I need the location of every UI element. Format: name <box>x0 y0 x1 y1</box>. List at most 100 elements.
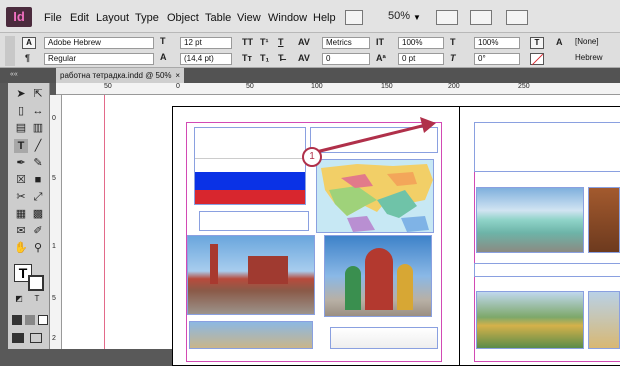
ruler-label: 150 <box>381 83 393 90</box>
note-tool-icon[interactable]: ✉ <box>14 224 28 238</box>
menu-table[interactable]: Table <box>205 12 231 24</box>
text-stroke-button[interactable] <box>530 53 544 66</box>
screen-mode-icon[interactable] <box>470 10 492 25</box>
font-family-field[interactable]: Adobe Hebrew <box>44 37 154 49</box>
close-tab-icon[interactable]: × <box>175 68 180 83</box>
menu-bar: Id File Edit Layout Type Object Table Vi… <box>0 0 620 33</box>
dome-shape <box>397 264 413 310</box>
zoom-dropdown-icon[interactable]: ▼ <box>413 13 421 22</box>
gap-tool-icon[interactable]: ↔ <box>31 104 45 118</box>
character-formatting-button[interactable]: A <box>22 37 36 49</box>
preview-mode-icon[interactable] <box>30 333 42 343</box>
gradient-feather-tool-icon[interactable]: ▩ <box>31 207 45 221</box>
superscript-button[interactable]: T¹ <box>260 37 269 47</box>
menu-object[interactable]: Object <box>167 12 199 24</box>
content-placer-icon[interactable]: ▥ <box>31 121 45 135</box>
ruler-label: 5 <box>52 295 56 302</box>
hand-tool-icon[interactable]: ✋ <box>14 241 28 255</box>
pasteboard[interactable]: 1 <box>62 95 620 366</box>
menu-file[interactable]: File <box>44 12 62 24</box>
red-square-photo[interactable] <box>187 235 315 315</box>
peterhof-photo[interactable] <box>476 291 584 349</box>
ruler-label: 2 <box>52 335 56 342</box>
vertical-ruler: 0 5 1 5 2 <box>50 95 62 349</box>
formatting-affects-text-icon[interactable]: T <box>30 292 44 306</box>
bridge-icon[interactable] <box>345 10 363 25</box>
arrange-documents-icon[interactable] <box>506 10 528 25</box>
pencil-tool-icon[interactable]: ✎ <box>31 156 45 170</box>
type-tool-icon[interactable]: T <box>14 139 28 153</box>
small-caps-button[interactable]: Tᴛ <box>242 53 252 63</box>
normal-view-icon[interactable] <box>12 333 24 343</box>
stroke-swatch-icon[interactable] <box>28 275 44 291</box>
zoom-level[interactable]: 50% <box>388 10 410 22</box>
apply-gradient-icon[interactable] <box>25 315 35 325</box>
strikethrough-button[interactable]: T̶ <box>278 53 284 63</box>
font-style-field[interactable]: Regular <box>44 53 154 65</box>
menu-help[interactable]: Help <box>313 12 336 24</box>
panel-collapse-icon[interactable]: «« <box>10 71 18 78</box>
menu-layout[interactable]: Layout <box>96 12 129 24</box>
kerning-field[interactable]: Metrics <box>322 37 370 49</box>
caption-frame[interactable] <box>474 263 620 277</box>
font-size-field[interactable]: 12 pt <box>180 37 232 49</box>
character-style-field[interactable]: [None] <box>572 37 620 49</box>
ruler-label: 100 <box>311 83 323 90</box>
ruler-label: 0 <box>52 115 56 122</box>
menu-window[interactable]: Window <box>268 12 307 24</box>
subscript-button[interactable]: T₁ <box>260 53 269 63</box>
view-options-icon[interactable] <box>436 10 458 25</box>
apply-color-icon[interactable] <box>12 315 22 325</box>
line-tool-icon[interactable]: ╱ <box>31 139 45 153</box>
page-tool-icon[interactable]: ▯ <box>14 104 28 118</box>
language-field[interactable]: Hebrew <box>572 53 620 65</box>
skew-field[interactable]: 0° <box>474 53 520 65</box>
map-shapes <box>321 164 433 232</box>
document-tab[interactable]: работна тетрадка.indd @ 50% × <box>56 68 184 83</box>
menu-view[interactable]: View <box>237 12 261 24</box>
content-collector-icon[interactable]: ▤ <box>14 121 28 135</box>
all-caps-button[interactable]: TT <box>242 37 253 47</box>
text-frame-bottom[interactable] <box>330 327 438 349</box>
kerning-icon: AV <box>298 37 310 47</box>
paragraph-formatting-icon[interactable]: ¶ <box>25 53 30 63</box>
underline-button[interactable]: T <box>278 37 284 47</box>
map-image[interactable] <box>316 159 434 233</box>
default-colors-icon[interactable]: ◩ <box>12 292 26 306</box>
cathedral-shape <box>365 248 393 310</box>
tower-shape <box>210 244 218 284</box>
bleed-guide <box>104 95 105 349</box>
tracking-icon: AV <box>298 53 310 63</box>
st-basil-photo[interactable] <box>324 235 432 317</box>
apply-none-icon[interactable] <box>38 315 48 325</box>
gradient-swatch-tool-icon[interactable]: ▦ <box>14 207 28 221</box>
kremlin-photo[interactable] <box>189 321 313 349</box>
baseline-shift-field[interactable]: 0 pt <box>398 53 444 65</box>
selection-tool-icon[interactable]: ➤ <box>14 87 28 101</box>
flag-frame[interactable] <box>194 127 306 205</box>
vertical-scale-field[interactable]: 100% <box>398 37 444 49</box>
menu-type[interactable]: Type <box>135 12 159 24</box>
winter-palace-photo[interactable] <box>476 187 584 253</box>
fountain-photo[interactable] <box>588 291 620 349</box>
leading-field[interactable]: (14,4 pt) <box>180 53 232 65</box>
free-transform-tool-icon[interactable]: ⤢ <box>31 190 45 204</box>
app-logo: Id <box>6 7 32 27</box>
direct-selection-tool-icon[interactable]: ⇱ <box>31 87 45 101</box>
eyedropper-tool-icon[interactable]: ✐ <box>31 224 45 238</box>
text-fill-button[interactable]: T <box>530 37 544 49</box>
scissors-tool-icon[interactable]: ✂ <box>14 190 28 204</box>
flag-white-stripe <box>195 158 305 172</box>
horizontal-scale-field[interactable]: 100% <box>474 37 520 49</box>
menu-edit[interactable]: Edit <box>70 12 89 24</box>
right-text-frame[interactable] <box>474 122 620 172</box>
callout-badge: 1 <box>302 147 322 167</box>
rectangle-tool-icon[interactable]: ■ <box>31 173 45 187</box>
tracking-field[interactable]: 0 <box>322 53 370 65</box>
pen-tool-icon[interactable]: ✒ <box>14 156 28 170</box>
ruler-label: 200 <box>448 83 460 90</box>
rectangle-frame-tool-icon[interactable]: ☒ <box>14 173 28 187</box>
interior-photo[interactable] <box>588 187 620 253</box>
zoom-tool-icon[interactable]: ⚲ <box>31 241 45 255</box>
caption-text-frame[interactable] <box>199 211 309 231</box>
